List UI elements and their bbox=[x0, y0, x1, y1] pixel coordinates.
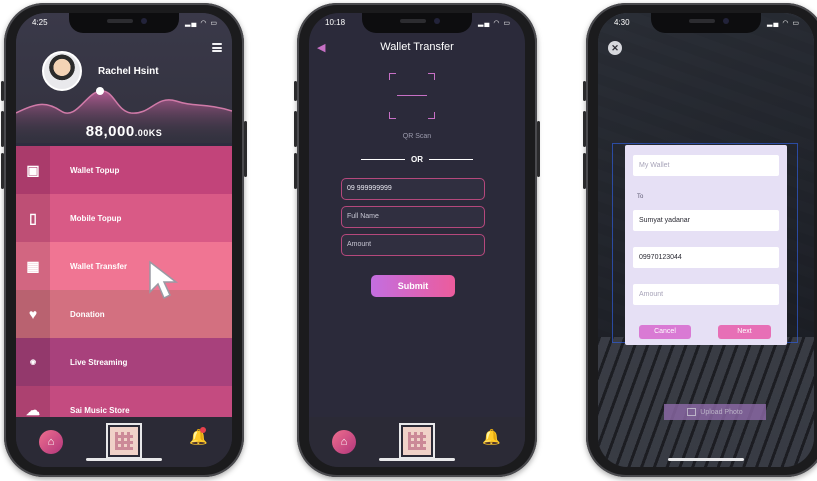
camera-background-keyboard bbox=[598, 337, 814, 467]
cancel-button[interactable]: Cancel bbox=[639, 325, 691, 339]
upload-photo-button[interactable]: Upload Photo bbox=[664, 404, 766, 420]
status-time: 10:18 bbox=[325, 18, 346, 27]
home-icon[interactable]: ⌂ bbox=[332, 430, 356, 454]
status-bar: 10:18 ▂▄ ◠ ▭ bbox=[309, 17, 525, 31]
image-icon bbox=[687, 408, 697, 416]
menu-item-label: Donation bbox=[70, 309, 105, 319]
status-bar: 4:30 ▂▄ ◠ ▭ bbox=[598, 17, 814, 31]
transfer-dialog: My Wallet To Sumyat yadanar 09970123044 … bbox=[625, 145, 787, 345]
menu-item-label: Mobile Topup bbox=[70, 213, 122, 223]
page-title: Wallet Transfer bbox=[380, 41, 454, 53]
home-screen: 4:25 ▂▄ ◠ ▭ Rachel Hsint 88,000.00KS ▣ W… bbox=[16, 13, 232, 467]
wallet-transfer-screen: 10:18 ▂▄ ◠ ▭ ◀ Wallet Transfer QR Scan O… bbox=[309, 13, 525, 467]
phone-number-field[interactable]: 09 999999999 bbox=[341, 178, 485, 200]
wallet-icon: ▣ bbox=[16, 146, 50, 194]
close-icon[interactable]: ✕ bbox=[608, 41, 622, 55]
menu-item-label: Live Streaming bbox=[70, 357, 128, 367]
menu-item-wallet-transfer[interactable]: ▦ Wallet Transfer bbox=[16, 242, 232, 290]
upload-photo-label: Upload Photo bbox=[700, 408, 743, 416]
heart-hand-icon: ♥ bbox=[16, 290, 50, 338]
next-button[interactable]: Next bbox=[718, 325, 771, 339]
recipient-phone-field[interactable]: 09970123044 bbox=[633, 247, 779, 268]
wallet-balance: 88,000.00KS bbox=[85, 123, 163, 140]
recipient-name-field[interactable]: Sumyat yadanar bbox=[633, 210, 779, 231]
qr-scan-button[interactable] bbox=[108, 425, 140, 457]
qr-scan-label: QR Scan bbox=[402, 133, 432, 140]
to-label: To bbox=[637, 194, 644, 200]
status-time: 4:25 bbox=[32, 18, 48, 27]
qr-scan-button[interactable] bbox=[401, 425, 433, 457]
full-name-field[interactable]: Full Name bbox=[341, 206, 485, 228]
menu-item-mobile-topup[interactable]: ▯ Mobile Topup bbox=[16, 194, 232, 242]
notification-badge bbox=[200, 427, 206, 433]
phone-transfer-confirm-screen: 4:30 ▂▄ ◠ ▭ ✕ My Wallet To Sumyat yadana… bbox=[583, 3, 817, 477]
status-time: 4:30 bbox=[614, 18, 630, 27]
mobile-phone-icon: ▯ bbox=[16, 194, 50, 242]
live-broadcast-icon: ◉ bbox=[16, 338, 50, 386]
signal-wifi-battery-icon: ▂▄ ◠ ▭ bbox=[767, 20, 800, 27]
home-indicator bbox=[379, 458, 455, 461]
my-wallet-field[interactable]: My Wallet bbox=[633, 155, 779, 176]
phone-home-screen: 4:25 ▂▄ ◠ ▭ Rachel Hsint 88,000.00KS ▣ W… bbox=[1, 3, 247, 477]
status-bar: 4:25 ▂▄ ◠ ▭ bbox=[16, 17, 232, 31]
menu-item-live-streaming[interactable]: ◉ Live Streaming bbox=[16, 338, 232, 386]
signal-wifi-battery-icon: ▂▄ ◠ ▭ bbox=[478, 20, 511, 27]
home-icon[interactable]: ⌂ bbox=[39, 430, 63, 454]
or-divider: OR bbox=[361, 153, 473, 165]
phone-wallet-transfer-screen: 10:18 ▂▄ ◠ ▭ ◀ Wallet Transfer QR Scan O… bbox=[294, 3, 540, 477]
camera-scan-screen: 4:30 ▂▄ ◠ ▭ ✕ My Wallet To Sumyat yadana… bbox=[598, 13, 814, 467]
pointer-cursor-icon bbox=[149, 260, 179, 300]
qr-scan-frame[interactable] bbox=[389, 73, 435, 119]
hamburger-menu-icon[interactable] bbox=[212, 43, 222, 52]
menu-item-label: Wallet Transfer bbox=[70, 261, 128, 271]
home-indicator bbox=[668, 458, 744, 461]
amount-field[interactable]: Amount bbox=[341, 234, 485, 256]
menu-item-label: Wallet Topup bbox=[70, 165, 120, 175]
submit-button[interactable]: Submit bbox=[371, 275, 455, 297]
qr-code-icon: ▦ bbox=[16, 242, 50, 290]
service-menu-list: ▣ Wallet Topup ▯ Mobile Topup ▦ Wallet T… bbox=[16, 146, 232, 434]
signal-wifi-battery-icon: ▂▄ ◠ ▭ bbox=[185, 20, 218, 27]
amount-field[interactable]: Amount bbox=[633, 284, 779, 305]
home-indicator bbox=[86, 458, 162, 461]
app-showcase: 4:25 ▂▄ ◠ ▭ Rachel Hsint 88,000.00KS ▣ W… bbox=[0, 0, 817, 481]
menu-item-wallet-topup[interactable]: ▣ Wallet Topup bbox=[16, 146, 232, 194]
notification-bell-icon[interactable]: 🔔 bbox=[482, 428, 501, 446]
menu-item-donation[interactable]: ♥ Donation bbox=[16, 290, 232, 338]
menu-item-label: Sai Music Store bbox=[70, 405, 130, 415]
